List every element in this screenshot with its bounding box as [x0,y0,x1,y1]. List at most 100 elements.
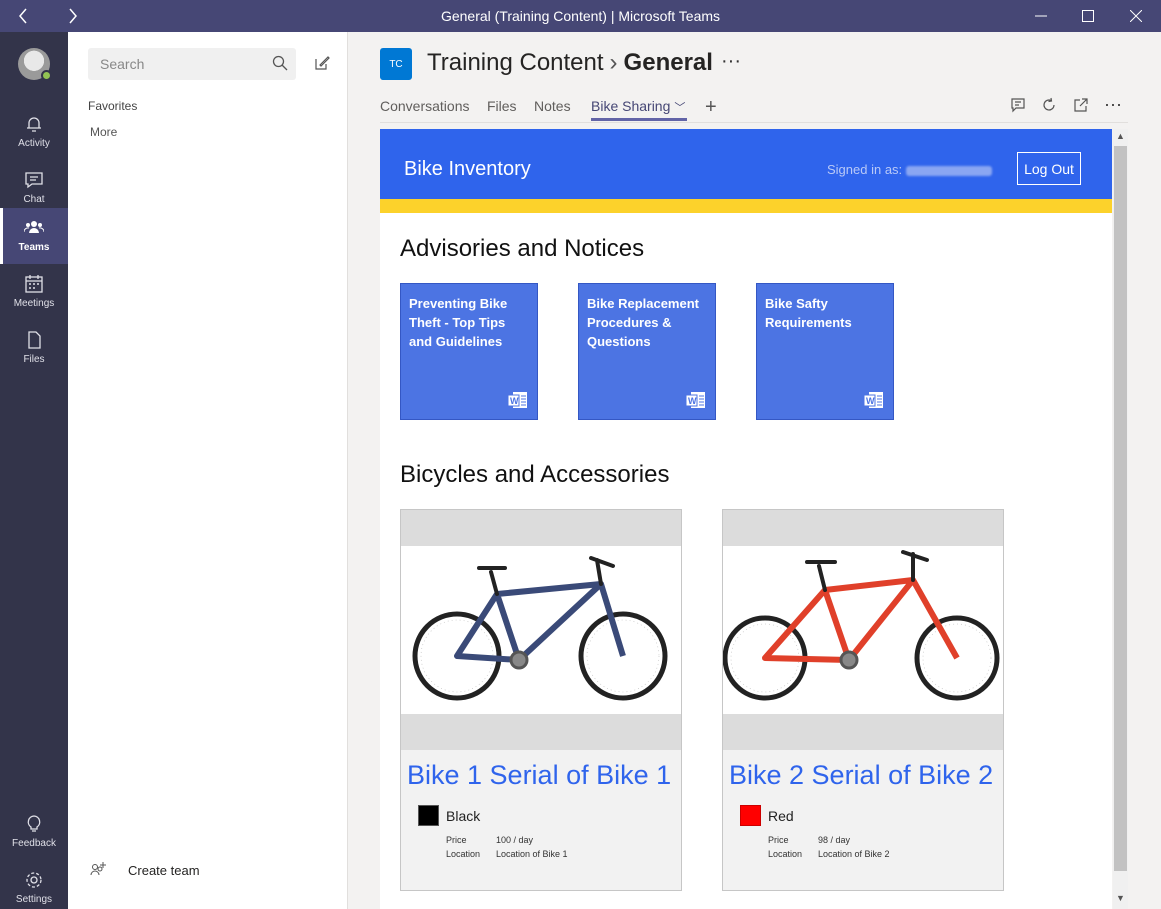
rail-item-settings[interactable]: Settings [0,860,68,909]
price-label: Price [446,835,467,845]
price-value: 100 / day [496,835,534,845]
location-value: Location of Bike 1 [496,849,568,859]
teams-panel: Search Favorites More Create team [68,32,348,909]
presence-available-icon [41,70,52,81]
redacted-user-name [906,165,993,176]
minimize-icon[interactable] [1018,0,1064,32]
price-label: Price [768,835,789,845]
calendar-icon [25,275,43,293]
bell-icon [27,117,41,132]
conversation-icon[interactable] [1010,97,1026,113]
favorites-label[interactable]: Favorites [88,99,137,113]
lightbulb-icon [27,815,41,832]
channel-name: General [623,49,713,76]
bikes-heading: Bicycles and Accessories [400,461,670,488]
app-title: Bike Inventory [404,158,531,180]
rail-label: Settings [15,894,53,905]
rail-label: Meetings [13,298,55,309]
advisory-tile[interactable]: Bike Replacement Procedures & Questions … [578,283,716,420]
rail-item-meetings[interactable]: Meetings [0,264,68,320]
bike-image-frame [723,510,1003,750]
bike-image [401,546,681,714]
team-name[interactable]: Training Content [427,49,604,76]
popout-icon[interactable] [1073,97,1089,113]
rail-label: Chat [23,194,45,205]
title-bar: General (Training Content) | Microsoft T… [0,0,1161,32]
search-icon[interactable] [272,55,288,71]
advisory-tile[interactable]: Preventing Bike Theft - Top Tips and Gui… [400,283,538,420]
header-divider [380,122,1128,123]
team-badge: TC [380,48,412,80]
close-icon[interactable] [1113,0,1159,32]
location-label: Location [768,849,803,859]
maximize-icon[interactable] [1065,0,1111,32]
app-body: Advisories and Notices Preventing Bike T… [380,213,1112,909]
chevron-right-icon: › [609,49,618,76]
tab-more-icon[interactable]: ··· [1104,94,1122,115]
add-tab-icon[interactable]: + [705,96,717,119]
advisory-title: Bike Safty Requirements [765,296,852,330]
bicycle-illustration [723,550,1000,701]
search-placeholder: Search [100,56,145,72]
channel-more-icon[interactable]: ··· [721,50,741,73]
gear-icon [26,872,42,888]
bike-image [723,546,1003,714]
compose-icon[interactable] [314,55,330,71]
advisories-heading: Advisories and Notices [400,235,645,262]
color-swatch [740,805,761,826]
signed-in-text: Signed in as: [827,162,993,177]
rail-item-feedback[interactable]: Feedback [0,804,68,860]
advisory-title: Preventing Bike Theft - Top Tips and Gui… [409,296,508,349]
signed-in-label: Signed in as: [827,162,903,177]
svg-text:W: W [866,396,875,406]
bike-inventory-app: Bike Inventory Signed in as: Log Out Adv… [380,129,1112,909]
advisory-title: Bike Replacement Procedures & Questions [587,296,699,349]
tab-notes[interactable]: Notes [534,98,571,114]
bike-color-name: Black [446,808,481,824]
tab-bike-sharing[interactable]: Bike Sharing ﹀ [591,98,685,115]
bike-title[interactable]: Bike 2 Serial of Bike 2 [729,760,993,791]
bike-title[interactable]: Bike 1 Serial of Bike 1 [407,760,671,791]
scrollbar-thumb[interactable] [1114,146,1127,871]
chevron-down-icon[interactable]: ﹀ [674,102,685,114]
location-row: Location Location of Bike 1 [446,849,568,859]
tab-conversations[interactable]: Conversations [380,98,470,114]
bike-color-name: Red [768,808,794,824]
rail-label: Feedback [12,838,56,849]
create-team-icon[interactable] [90,861,108,877]
file-icon [28,331,41,349]
more-label[interactable]: More [90,125,117,139]
active-tab-indicator [591,118,687,121]
scroll-up-icon[interactable]: ▲ [1116,131,1125,141]
price-value: 98 / day [818,835,851,845]
location-value: Location of Bike 2 [818,849,890,859]
bicycle-illustration [412,556,668,701]
accent-stripe [380,199,1112,213]
refresh-icon[interactable] [1041,97,1057,113]
app-rail: Activity Chat Teams Meetings Files Feedb… [0,32,68,909]
svg-text:W: W [510,396,519,406]
tab-label: Bike Sharing [591,98,671,114]
chat-icon [25,172,43,189]
advisory-tile[interactable]: Bike Safty Requirements W [756,283,894,420]
color-swatch [418,805,439,826]
rail-label: Files [23,354,45,365]
rail-label: Activity [18,138,50,149]
rail-item-teams[interactable]: Teams [0,208,68,264]
rail-label: Teams [18,242,50,253]
bike-card[interactable]: Bike 2 Serial of Bike 2 Red Price 98 / da… [722,509,1004,891]
bike-card[interactable]: Bike 1 Serial of Bike 1 Black Price 100 /… [400,509,682,891]
rail-item-activity[interactable]: Activity [0,104,68,160]
svg-text:W: W [688,396,697,406]
teams-icon [24,221,44,233]
logout-button[interactable]: Log Out [1017,152,1081,185]
word-document-icon: W [686,392,705,408]
breadcrumb: Training Content › General [427,49,713,77]
tab-files[interactable]: Files [487,98,517,114]
create-team-button[interactable]: Create team [128,863,200,878]
scroll-down-icon[interactable]: ▼ [1116,893,1125,903]
rail-item-files[interactable]: Files [0,320,68,376]
word-document-icon: W [864,392,883,408]
location-row: Location Location of Bike 2 [768,849,890,859]
bike-image-frame [401,510,681,750]
